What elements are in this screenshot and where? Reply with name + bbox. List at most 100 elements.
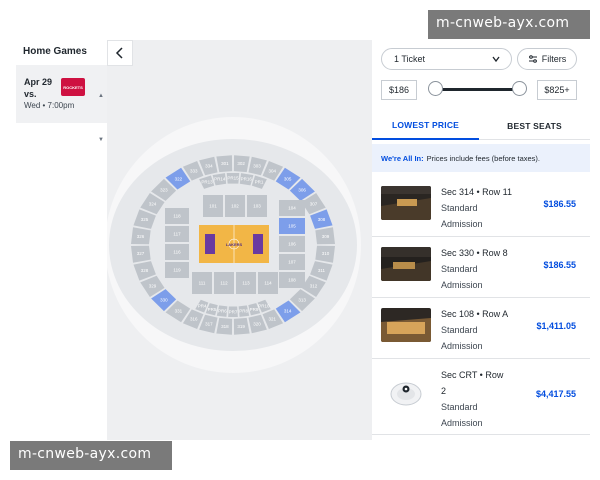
listing-price: $186.55 [543, 260, 576, 270]
price-slider-max-handle[interactable] [512, 81, 527, 96]
section-label[interactable]: PR10 [258, 304, 270, 309]
section-label[interactable]: 310 [322, 251, 330, 256]
listing-price: $1,411.05 [536, 321, 576, 331]
section-label[interactable]: PR7 [229, 309, 238, 314]
section-label[interactable]: 118 [173, 214, 181, 219]
listing-type-2: Admission [441, 280, 483, 290]
opponent-logo: ROCKETS [61, 78, 85, 96]
section-label[interactable]: PR5 [208, 307, 217, 312]
section-label[interactable]: 117 [173, 232, 181, 237]
listing-type: Standard [441, 203, 478, 213]
event-card[interactable]: Apr 29 vs. Wed • 7:00pm ROCKETS ▲ ▼ [16, 65, 107, 143]
section-label[interactable]: 331 [175, 309, 183, 314]
section-label[interactable]: 333 [190, 168, 198, 173]
listing-row[interactable]: Sec 330 • Row 8 Standard Admission $186.… [372, 237, 590, 298]
section-label[interactable]: PR6 [218, 309, 227, 314]
section-label[interactable]: 307 [310, 202, 318, 207]
section-label[interactable]: 314 [284, 309, 292, 314]
section-label[interactable]: 106 [288, 242, 296, 247]
section-label[interactable]: 319 [237, 324, 245, 329]
price-max-field[interactable]: $825+ [537, 80, 577, 100]
listing-type-2: Admission [441, 219, 483, 229]
section-label[interactable]: 107 [288, 260, 296, 265]
tab-lowest-price[interactable]: LOWEST PRICE [372, 112, 479, 140]
court-label: LAKERS [226, 242, 243, 247]
section-label[interactable]: PR9 [250, 307, 259, 312]
section-label[interactable]: PR16 [241, 177, 253, 182]
section-label[interactable]: 112 [220, 281, 228, 286]
section-label[interactable]: PR1 [255, 180, 264, 185]
section-label[interactable]: 334 [205, 163, 213, 168]
home-games-title: Home Games [23, 46, 87, 57]
listing-row[interactable]: Sec 314 • Row 11 Standard Admission $186… [372, 176, 590, 237]
section-label[interactable]: 322 [175, 176, 183, 181]
section-label[interactable]: 317 [205, 322, 213, 327]
section-label[interactable]: 113 [242, 281, 250, 286]
section-label[interactable]: 305 [284, 176, 292, 181]
ticket-quantity-select[interactable]: 1 Ticket [381, 48, 512, 70]
section-label[interactable]: 321 [269, 317, 277, 322]
section-label[interactable]: 306 [298, 188, 306, 193]
section-label[interactable]: 330 [160, 297, 168, 302]
section-label[interactable]: 329 [149, 283, 157, 288]
price-min-field[interactable]: $186 [381, 80, 417, 100]
listing-section: Sec 314 • Row 11 [441, 187, 513, 197]
collapse-panel-button[interactable] [107, 40, 133, 66]
tab-best-seats[interactable]: BEST SEATS [479, 112, 590, 140]
price-slider-min-handle[interactable] [428, 81, 443, 96]
section-label[interactable]: 302 [237, 161, 245, 166]
section-label[interactable]: 308 [318, 217, 326, 222]
section-label[interactable]: 324 [149, 202, 157, 207]
section-label[interactable]: PR13 [201, 180, 213, 185]
section-label[interactable]: 103 [253, 204, 261, 209]
section-label[interactable]: 108 [288, 278, 296, 283]
event-vs: vs. [24, 89, 37, 99]
listing-section-2: 2 [441, 386, 447, 396]
section-label[interactable]: 303 [253, 163, 261, 168]
section-label[interactable]: 325 [141, 217, 149, 222]
section-label[interactable]: 304 [269, 168, 277, 173]
section-label[interactable]: 114 [264, 281, 272, 286]
section-label[interactable]: 313 [298, 297, 306, 302]
listing-type: Standard [441, 325, 478, 335]
section-label[interactable]: 318 [221, 324, 229, 329]
section-label[interactable]: 316 [190, 317, 198, 322]
section-label[interactable]: 323 [160, 188, 168, 193]
scroll-down-icon[interactable]: ▼ [98, 137, 104, 143]
section-label[interactable]: 105 [288, 224, 296, 229]
section-label[interactable]: 102 [231, 204, 239, 209]
price-slider-track[interactable] [434, 88, 520, 91]
section-label[interactable]: 312 [310, 283, 318, 288]
seat-map[interactable]: 333 334 301 302 303 304 305 306 307 308 309 310 311 3… [107, 40, 372, 440]
section-label[interactable]: 111 [199, 281, 206, 286]
section-label[interactable]: 311 [318, 268, 326, 273]
fees-banner-bold: We're All In: [381, 153, 424, 163]
section-label[interactable]: PR4 [198, 304, 207, 309]
section-label[interactable]: 119 [173, 268, 181, 273]
scroll-up-icon[interactable]: ▲ [98, 93, 104, 99]
section-label[interactable]: 309 [322, 234, 330, 239]
section-label[interactable]: 101 [209, 204, 217, 209]
section-label[interactable]: 327 [137, 251, 145, 256]
listing-section: Sec CRT • Row [441, 370, 504, 380]
listing-row[interactable]: Sec CRT • Row 2 Standard Admission $4,41… [372, 359, 590, 435]
section-label[interactable]: 116 [173, 250, 181, 255]
section-label[interactable]: 326 [137, 234, 145, 239]
arena-map-svg[interactable]: 333 334 301 302 303 304 305 306 307 308 309 310 311 3… [107, 40, 372, 440]
section-label[interactable]: 328 [141, 268, 149, 273]
section-label[interactable]: PR14 [214, 177, 226, 182]
sort-tabs: LOWEST PRICE BEST SEATS [372, 112, 590, 140]
listings-panel: 1 Ticket Filters $186 $825+ LOWEST PRICE… [372, 40, 590, 440]
section-label[interactable]: 320 [253, 322, 261, 327]
listing-row[interactable]: Sec 108 • Row A Standard Admission $1,41… [372, 298, 590, 359]
watermark-top: m-cnweb-ayx.com [428, 10, 590, 39]
section-label[interactable]: 104 [288, 206, 296, 211]
arena-icon-thumbnail [381, 377, 431, 411]
section-label[interactable]: PR15 [227, 176, 239, 181]
section-label[interactable]: 301 [221, 161, 229, 166]
filters-button[interactable]: Filters [517, 48, 577, 70]
court-paint-left [205, 234, 215, 254]
section-label[interactable]: PR8 [239, 309, 248, 314]
ticket-quantity-value: 1 Ticket [394, 54, 426, 64]
watermark-bottom: m-cnweb-ayx.com [10, 441, 172, 470]
